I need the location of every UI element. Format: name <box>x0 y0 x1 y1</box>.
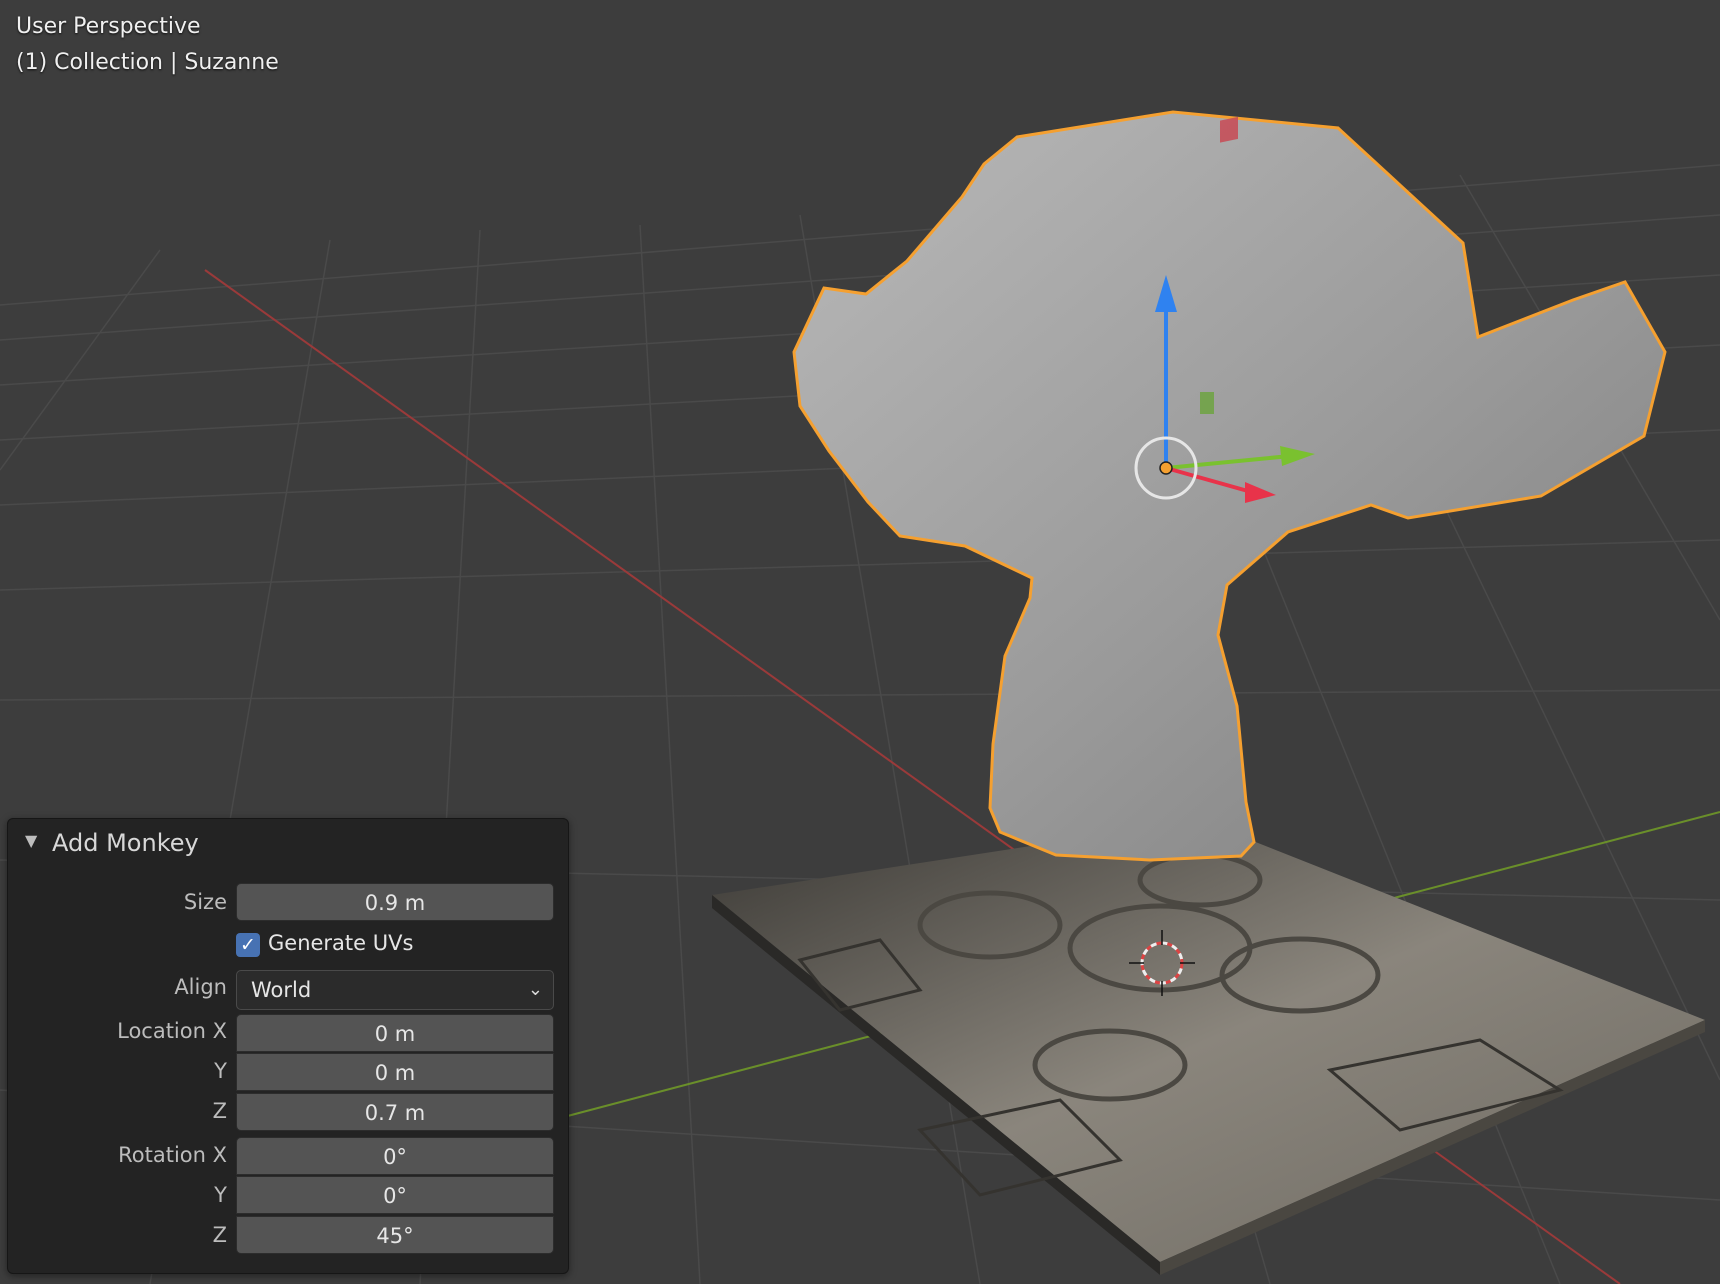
size-field[interactable]: 0.9 m <box>236 883 554 921</box>
rotation-z-field[interactable]: 45° <box>236 1216 554 1254</box>
rotation-x-field[interactable]: 0° <box>236 1137 554 1175</box>
location-y-label: Y <box>214 1059 227 1083</box>
rotation-y-field[interactable]: 0° <box>236 1176 554 1214</box>
align-label: Align <box>174 975 227 999</box>
chevron-down-icon: ⌄ <box>527 979 543 1000</box>
align-dropdown[interactable]: World ⌄ <box>236 970 554 1010</box>
viewport-view-name: User Perspective <box>16 14 201 39</box>
viewport-collection-object: (1) Collection | Suzanne <box>16 50 279 75</box>
panel-header[interactable]: ▼ Add Monkey <box>8 819 568 871</box>
checkmark-icon: ✓ <box>240 934 256 956</box>
panel-title: Add Monkey <box>52 829 199 857</box>
generate-uvs-checkbox[interactable]: ✓ <box>236 933 260 957</box>
rotation-z-label: Z <box>212 1223 227 1247</box>
add-monkey-operator-panel: ▼ Add Monkey Size 0.9 m ✓ Generate UVs A… <box>7 818 569 1274</box>
location-y-field[interactable]: 0 m <box>236 1053 554 1091</box>
collapse-triangle-icon[interactable]: ▼ <box>25 831 37 850</box>
rotation-x-label: Rotation X <box>118 1143 227 1167</box>
location-x-field[interactable]: 0 m <box>236 1014 554 1052</box>
size-label: Size <box>183 890 227 914</box>
location-x-label: Location X <box>117 1019 227 1043</box>
align-value: World <box>251 978 312 1002</box>
location-z-field[interactable]: 0.7 m <box>236 1093 554 1131</box>
location-z-label: Z <box>212 1099 227 1123</box>
generate-uvs-label[interactable]: Generate UVs <box>268 931 413 955</box>
rotation-y-label: Y <box>214 1183 227 1207</box>
